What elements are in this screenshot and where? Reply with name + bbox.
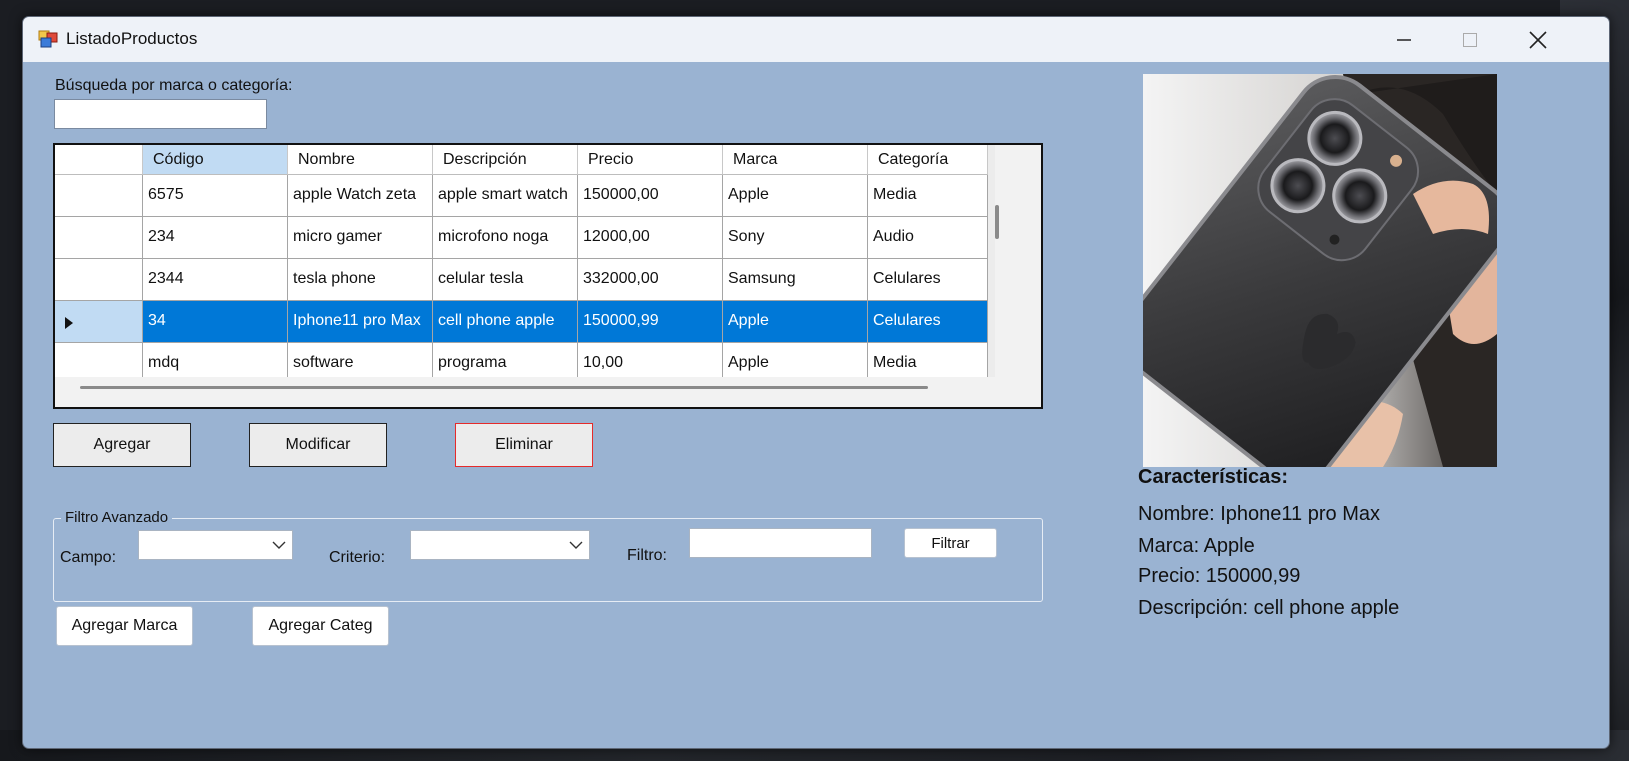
cell-marca[interactable]: Sony bbox=[723, 217, 868, 259]
cell-precio[interactable]: 332000,00 bbox=[578, 259, 723, 301]
table-row[interactable]: 234 micro gamer microfono noga 12000,00 … bbox=[55, 217, 988, 259]
table-row[interactable]: 2344 tesla phone celular tesla 332000,00… bbox=[55, 259, 988, 301]
filter-label: Filtro: bbox=[627, 547, 667, 564]
column-header[interactable]: Precio bbox=[578, 145, 723, 175]
cell-nombre[interactable]: apple Watch zeta bbox=[288, 175, 433, 217]
cell-codigo[interactable]: 2344 bbox=[143, 259, 288, 301]
window-title: ListadoProductos bbox=[66, 29, 198, 48]
column-header[interactable]: Marca bbox=[723, 145, 868, 175]
maximize-icon bbox=[1463, 32, 1477, 47]
vertical-scrollbar[interactable] bbox=[995, 145, 1041, 385]
listado-productos-window: ListadoProductos Búsqueda por marca o ca… bbox=[22, 16, 1610, 749]
column-header[interactable]: Nombre bbox=[288, 145, 433, 175]
column-header[interactable]: Código bbox=[143, 145, 288, 175]
maximize-button[interactable] bbox=[1435, 17, 1505, 62]
product-image bbox=[1143, 74, 1497, 467]
vertical-scrollbar-thumb[interactable] bbox=[995, 205, 999, 239]
criteria-select[interactable] bbox=[410, 530, 590, 560]
cell-nombre[interactable]: Iphone11 pro Max bbox=[288, 301, 433, 343]
add-brand-button[interactable]: Agregar Marca bbox=[56, 606, 193, 646]
column-header[interactable]: Categoría bbox=[868, 145, 988, 175]
criteria-label: Criterio: bbox=[329, 549, 386, 566]
row-header-corner bbox=[55, 145, 143, 175]
add-category-button[interactable]: Agregar Categ bbox=[252, 606, 389, 646]
chevron-down-icon bbox=[569, 541, 583, 549]
cell-precio[interactable]: 150000,00 bbox=[578, 175, 723, 217]
cell-marca[interactable]: Samsung bbox=[723, 259, 868, 301]
horizontal-scrollbar[interactable] bbox=[55, 377, 1041, 407]
form-icon bbox=[38, 29, 58, 49]
modify-button[interactable]: Modificar bbox=[249, 423, 387, 467]
cell-codigo[interactable]: 6575 bbox=[143, 175, 288, 217]
grid-header: Código Nombre Descripción Precio Marca C… bbox=[55, 145, 988, 175]
search-input[interactable] bbox=[54, 99, 267, 129]
add-button[interactable]: Agregar bbox=[53, 423, 191, 467]
filter-input[interactable] bbox=[689, 528, 872, 558]
table-row-selected[interactable]: 34 Iphone11 pro Max cell phone apple 150… bbox=[55, 301, 988, 343]
row-header[interactable] bbox=[55, 301, 143, 343]
triangle-right-icon bbox=[65, 317, 73, 329]
chevron-down-icon bbox=[272, 541, 286, 549]
details-heading: Características: bbox=[1138, 466, 1289, 488]
cell-marca[interactable]: Apple bbox=[723, 301, 868, 343]
cell-codigo[interactable]: 34 bbox=[143, 301, 288, 343]
cell-descripcion[interactable]: cell phone apple bbox=[433, 301, 578, 343]
row-header[interactable] bbox=[55, 259, 143, 301]
search-label: Búsqueda por marca o categoría: bbox=[55, 77, 293, 94]
row-header[interactable] bbox=[55, 175, 143, 217]
advanced-filter-title: Filtro Avanzado bbox=[61, 509, 173, 526]
cell-descripcion[interactable]: celular tesla bbox=[433, 259, 578, 301]
field-select[interactable] bbox=[138, 530, 293, 560]
filter-button[interactable]: Filtrar bbox=[904, 528, 997, 558]
detail-name: Nombre: Iphone11 pro Max bbox=[1138, 503, 1380, 525]
horizontal-scrollbar-thumb[interactable] bbox=[80, 386, 928, 389]
detail-description: Descripción: cell phone apple bbox=[1138, 597, 1400, 619]
cell-precio[interactable]: 12000,00 bbox=[578, 217, 723, 259]
cell-descripcion[interactable]: microfono noga bbox=[433, 217, 578, 259]
detail-brand: Marca: Apple bbox=[1138, 535, 1255, 557]
table-row[interactable]: 6575 apple Watch zeta apple smart watch … bbox=[55, 175, 988, 217]
cell-descripcion[interactable]: apple smart watch bbox=[433, 175, 578, 217]
products-grid[interactable]: Código Nombre Descripción Precio Marca C… bbox=[53, 143, 1043, 409]
cell-categoria[interactable]: Audio bbox=[868, 217, 988, 259]
close-icon bbox=[1529, 30, 1547, 49]
cell-nombre[interactable]: micro gamer bbox=[288, 217, 433, 259]
title-bar: ListadoProductos bbox=[23, 17, 1609, 62]
cell-categoria[interactable]: Media bbox=[868, 175, 988, 217]
cell-precio[interactable]: 150000,99 bbox=[578, 301, 723, 343]
cell-marca[interactable]: Apple bbox=[723, 175, 868, 217]
cell-categoria[interactable]: Celulares bbox=[868, 301, 988, 343]
cell-nombre[interactable]: tesla phone bbox=[288, 259, 433, 301]
minimize-icon bbox=[1397, 38, 1411, 41]
cell-categoria[interactable]: Celulares bbox=[868, 259, 988, 301]
delete-button[interactable]: Eliminar bbox=[455, 423, 593, 467]
field-label: Campo: bbox=[60, 549, 117, 566]
close-button[interactable] bbox=[1503, 17, 1573, 62]
detail-price: Precio: 150000,99 bbox=[1138, 565, 1301, 587]
column-header[interactable]: Descripción bbox=[433, 145, 578, 175]
row-header[interactable] bbox=[55, 217, 143, 259]
cell-codigo[interactable]: 234 bbox=[143, 217, 288, 259]
minimize-button[interactable] bbox=[1369, 17, 1439, 62]
